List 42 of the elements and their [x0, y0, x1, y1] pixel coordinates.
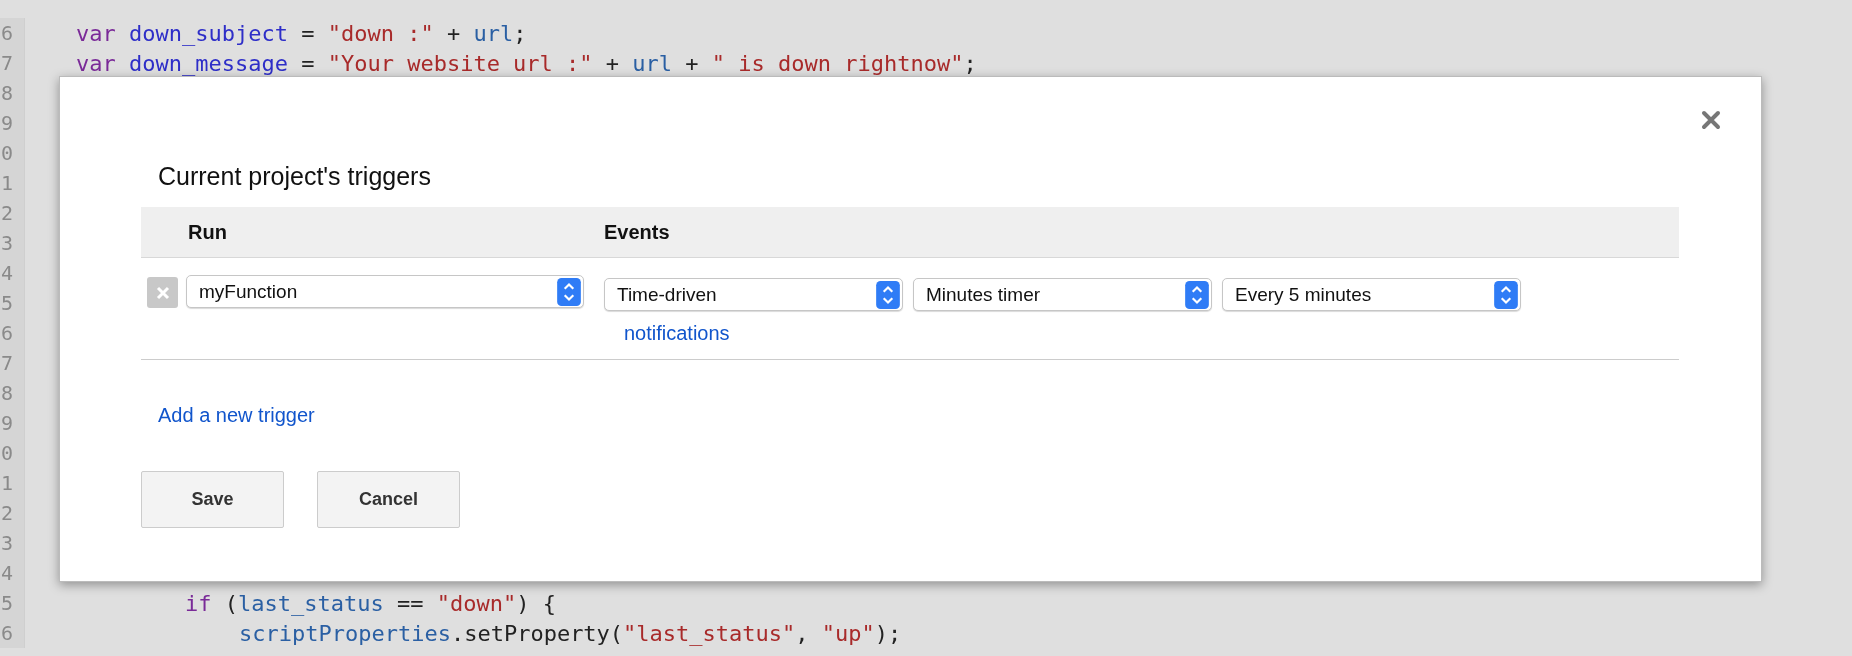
- line-number: 5: [0, 288, 25, 318]
- dialog-button[interactable]: Save: [141, 471, 284, 528]
- line-number: 7: [0, 48, 25, 78]
- code-line: scriptProperties.setProperty("last_status", "up");: [239, 620, 902, 646]
- code-line: var down_subject = "down :" + url;: [76, 20, 527, 46]
- close-icon[interactable]: [1701, 110, 1721, 130]
- line-number: 9: [0, 108, 25, 138]
- dropdown[interactable]: Every 5 minutes: [1222, 278, 1521, 311]
- dialog-title: Current project's triggers: [158, 162, 432, 191]
- column-header: Run: [187, 220, 228, 244]
- line-number: 7: [0, 348, 25, 378]
- line-number: 0: [0, 138, 25, 168]
- line-number: 2: [0, 498, 25, 528]
- stepper-icon: [1185, 280, 1209, 309]
- line-number: 4: [0, 558, 25, 588]
- line-number: 1: [0, 468, 25, 498]
- code-line: var down_message = "Your website url :" + url + " is down rightnow";: [76, 50, 977, 76]
- stepper-icon: [1494, 280, 1518, 309]
- line-number: 8: [0, 78, 25, 108]
- line-number: 9: [0, 408, 25, 438]
- dropdown[interactable]: Time-driven: [604, 278, 903, 311]
- line-number: 0: [0, 438, 25, 468]
- line-number: 4: [0, 258, 25, 288]
- add-trigger-link[interactable]: Add a new trigger: [158, 404, 315, 427]
- line-number: 8: [0, 378, 25, 408]
- line-number: 2: [0, 198, 25, 228]
- line-number: 5: [0, 588, 25, 618]
- column-header: Events: [604, 220, 670, 244]
- line-number: 6: [0, 618, 25, 648]
- line-number: 3: [0, 228, 25, 258]
- dropdown[interactable]: myFunction: [186, 275, 584, 308]
- dropdown[interactable]: Minutes timer: [913, 278, 1212, 311]
- code-line: if (last_status == "down") {: [185, 590, 556, 616]
- cross-icon: [155, 285, 170, 300]
- line-number: 6: [0, 318, 25, 348]
- line-number: 6: [0, 18, 25, 48]
- dialog-button[interactable]: Cancel: [317, 471, 460, 528]
- line-number: 3: [0, 528, 25, 558]
- stepper-icon: [876, 280, 900, 309]
- stepper-icon: [557, 277, 581, 306]
- notifications-link[interactable]: notifications: [624, 322, 730, 345]
- line-number: 1: [0, 168, 25, 198]
